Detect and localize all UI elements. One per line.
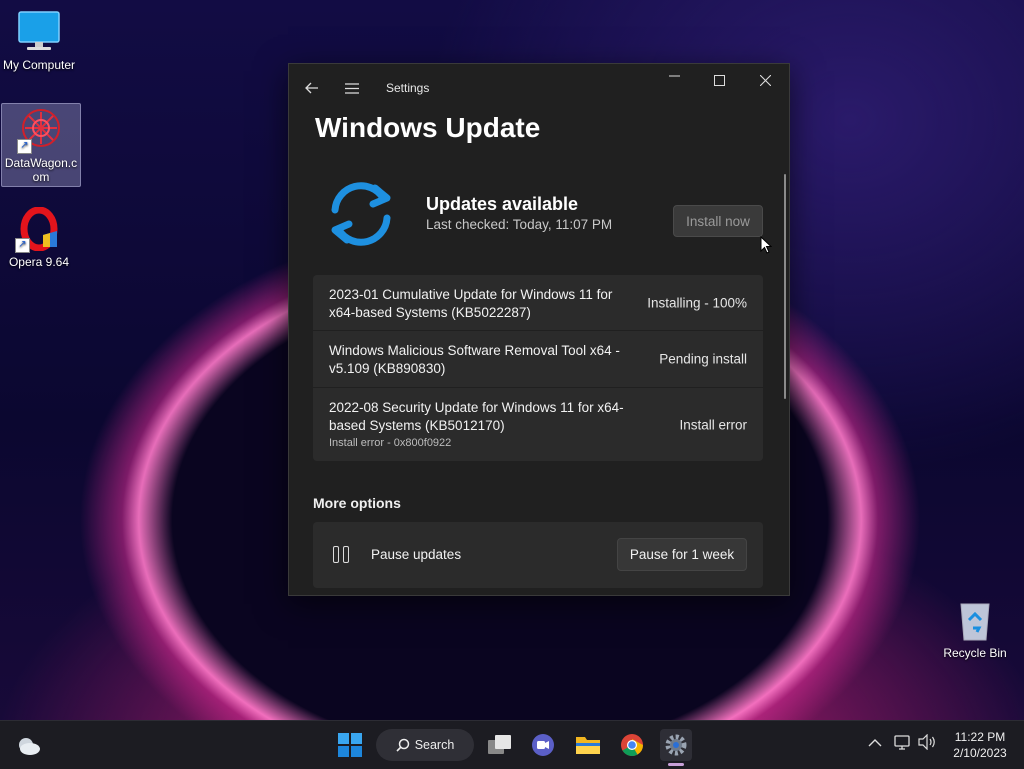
gear-icon: [665, 734, 687, 756]
pause-icon: [333, 546, 349, 563]
update-status-text: Installing - 100%: [647, 295, 747, 310]
maximize-icon: [713, 74, 725, 86]
desktop-icon-opera[interactable]: ↗ Opera 9.64: [0, 206, 78, 269]
app-title: Settings: [386, 81, 430, 95]
desktop-icon-recycle-bin[interactable]: Recycle Bin: [936, 598, 1014, 660]
menu-button[interactable]: [329, 72, 375, 104]
search-label: Search: [414, 738, 455, 752]
clock-time: 11:22 PM: [954, 730, 1006, 744]
desktop-icon-label: Recycle Bin: [943, 646, 1007, 660]
update-item: Windows Malicious Software Removal Tool …: [313, 331, 763, 388]
close-icon: [759, 74, 771, 86]
shortcut-arrow-icon: ↗: [17, 139, 32, 154]
weather-cloud-icon: [19, 738, 40, 755]
teams-chat-icon: [532, 734, 554, 756]
close-button[interactable]: [742, 64, 788, 96]
desktop-icon-my-computer[interactable]: My Computer: [0, 10, 78, 72]
speaker-icon: [918, 733, 935, 751]
install-now-button[interactable]: Install now: [673, 205, 763, 237]
back-arrow-icon: [305, 82, 318, 94]
chevron-up-icon: [868, 739, 882, 747]
shortcut-arrow-icon: ↗: [15, 238, 30, 253]
title-bar: Settings: [289, 64, 789, 110]
network-button[interactable]: [894, 734, 912, 753]
sync-icon: [331, 182, 391, 246]
update-list: 2023-01 Cumulative Update for Windows 11…: [313, 275, 763, 461]
volume-button[interactable]: [918, 733, 936, 753]
more-options-heading: More options: [313, 495, 401, 511]
start-button[interactable]: [334, 729, 366, 761]
task-view-icon: [488, 735, 511, 754]
update-status-text: Install error: [679, 417, 747, 432]
weather-widget[interactable]: [12, 729, 44, 761]
pause-updates-card: Pause updates Pause for 1 week: [313, 522, 763, 588]
desktop-icon-label: My Computer: [2, 58, 76, 72]
update-item: 2022-08 Security Update for Windows 11 f…: [313, 388, 763, 461]
chrome-icon: [621, 734, 643, 756]
desktop-icon-datawagon[interactable]: ↗ DataWagon.com: [1, 103, 81, 187]
minimize-button[interactable]: [651, 64, 697, 96]
active-app-indicator: [668, 763, 684, 766]
task-view-button[interactable]: [484, 729, 516, 761]
page-title: Windows Update: [315, 112, 541, 143]
opera-icon: ↗: [15, 206, 61, 253]
search-box[interactable]: Search: [376, 729, 474, 761]
status-title: Updates available: [426, 194, 579, 214]
windows-logo-icon: [338, 733, 362, 757]
settings-taskbar-button[interactable]: [660, 729, 692, 761]
folder-icon: [576, 737, 600, 754]
last-checked-text: Last checked: Today, 11:07 PM: [426, 217, 613, 232]
scrollbar[interactable]: [784, 174, 786, 399]
monitor-icon: [17, 10, 61, 54]
maximize-button[interactable]: [696, 64, 742, 96]
desktop-icon-label: Opera 9.64: [8, 255, 70, 269]
file-explorer-button[interactable]: [572, 729, 604, 761]
update-status-text: Pending install: [659, 351, 747, 367]
pause-updates-label: Pause updates: [371, 547, 462, 562]
update-item: 2023-01 Cumulative Update for Windows 11…: [313, 275, 763, 331]
clock-date: 2/10/2023: [953, 746, 1007, 760]
update-error-text: Install error - 0x800f0922: [329, 437, 452, 449]
mouse-cursor-icon: [760, 236, 772, 254]
update-name: 2023-01 Cumulative Update for Windows 11…: [329, 287, 613, 320]
show-hidden-icons-button[interactable]: [868, 735, 882, 751]
update-name: Windows Malicious Software Removal Tool …: [329, 343, 620, 376]
taskbar: Search 11:22 PM 2/10/2023: [0, 720, 1024, 769]
search-icon: [396, 738, 409, 752]
teams-chat-button[interactable]: [527, 729, 559, 761]
clock[interactable]: 11:22 PM 2/10/2023: [940, 729, 1020, 761]
recycle-bin-icon: [953, 598, 997, 642]
network-icon: [894, 735, 910, 750]
hamburger-icon: [345, 82, 359, 94]
datawagon-icon: ↗: [17, 108, 63, 154]
chrome-button[interactable]: [616, 729, 648, 761]
settings-window: Settings Windows Update Updates availabl…: [288, 63, 790, 596]
minimize-icon: [668, 75, 680, 76]
desktop-icon-label: DataWagon.com: [4, 156, 78, 184]
update-name: 2022-08 Security Update for Windows 11 f…: [329, 400, 624, 433]
pause-for-week-button[interactable]: Pause for 1 week: [617, 538, 747, 571]
